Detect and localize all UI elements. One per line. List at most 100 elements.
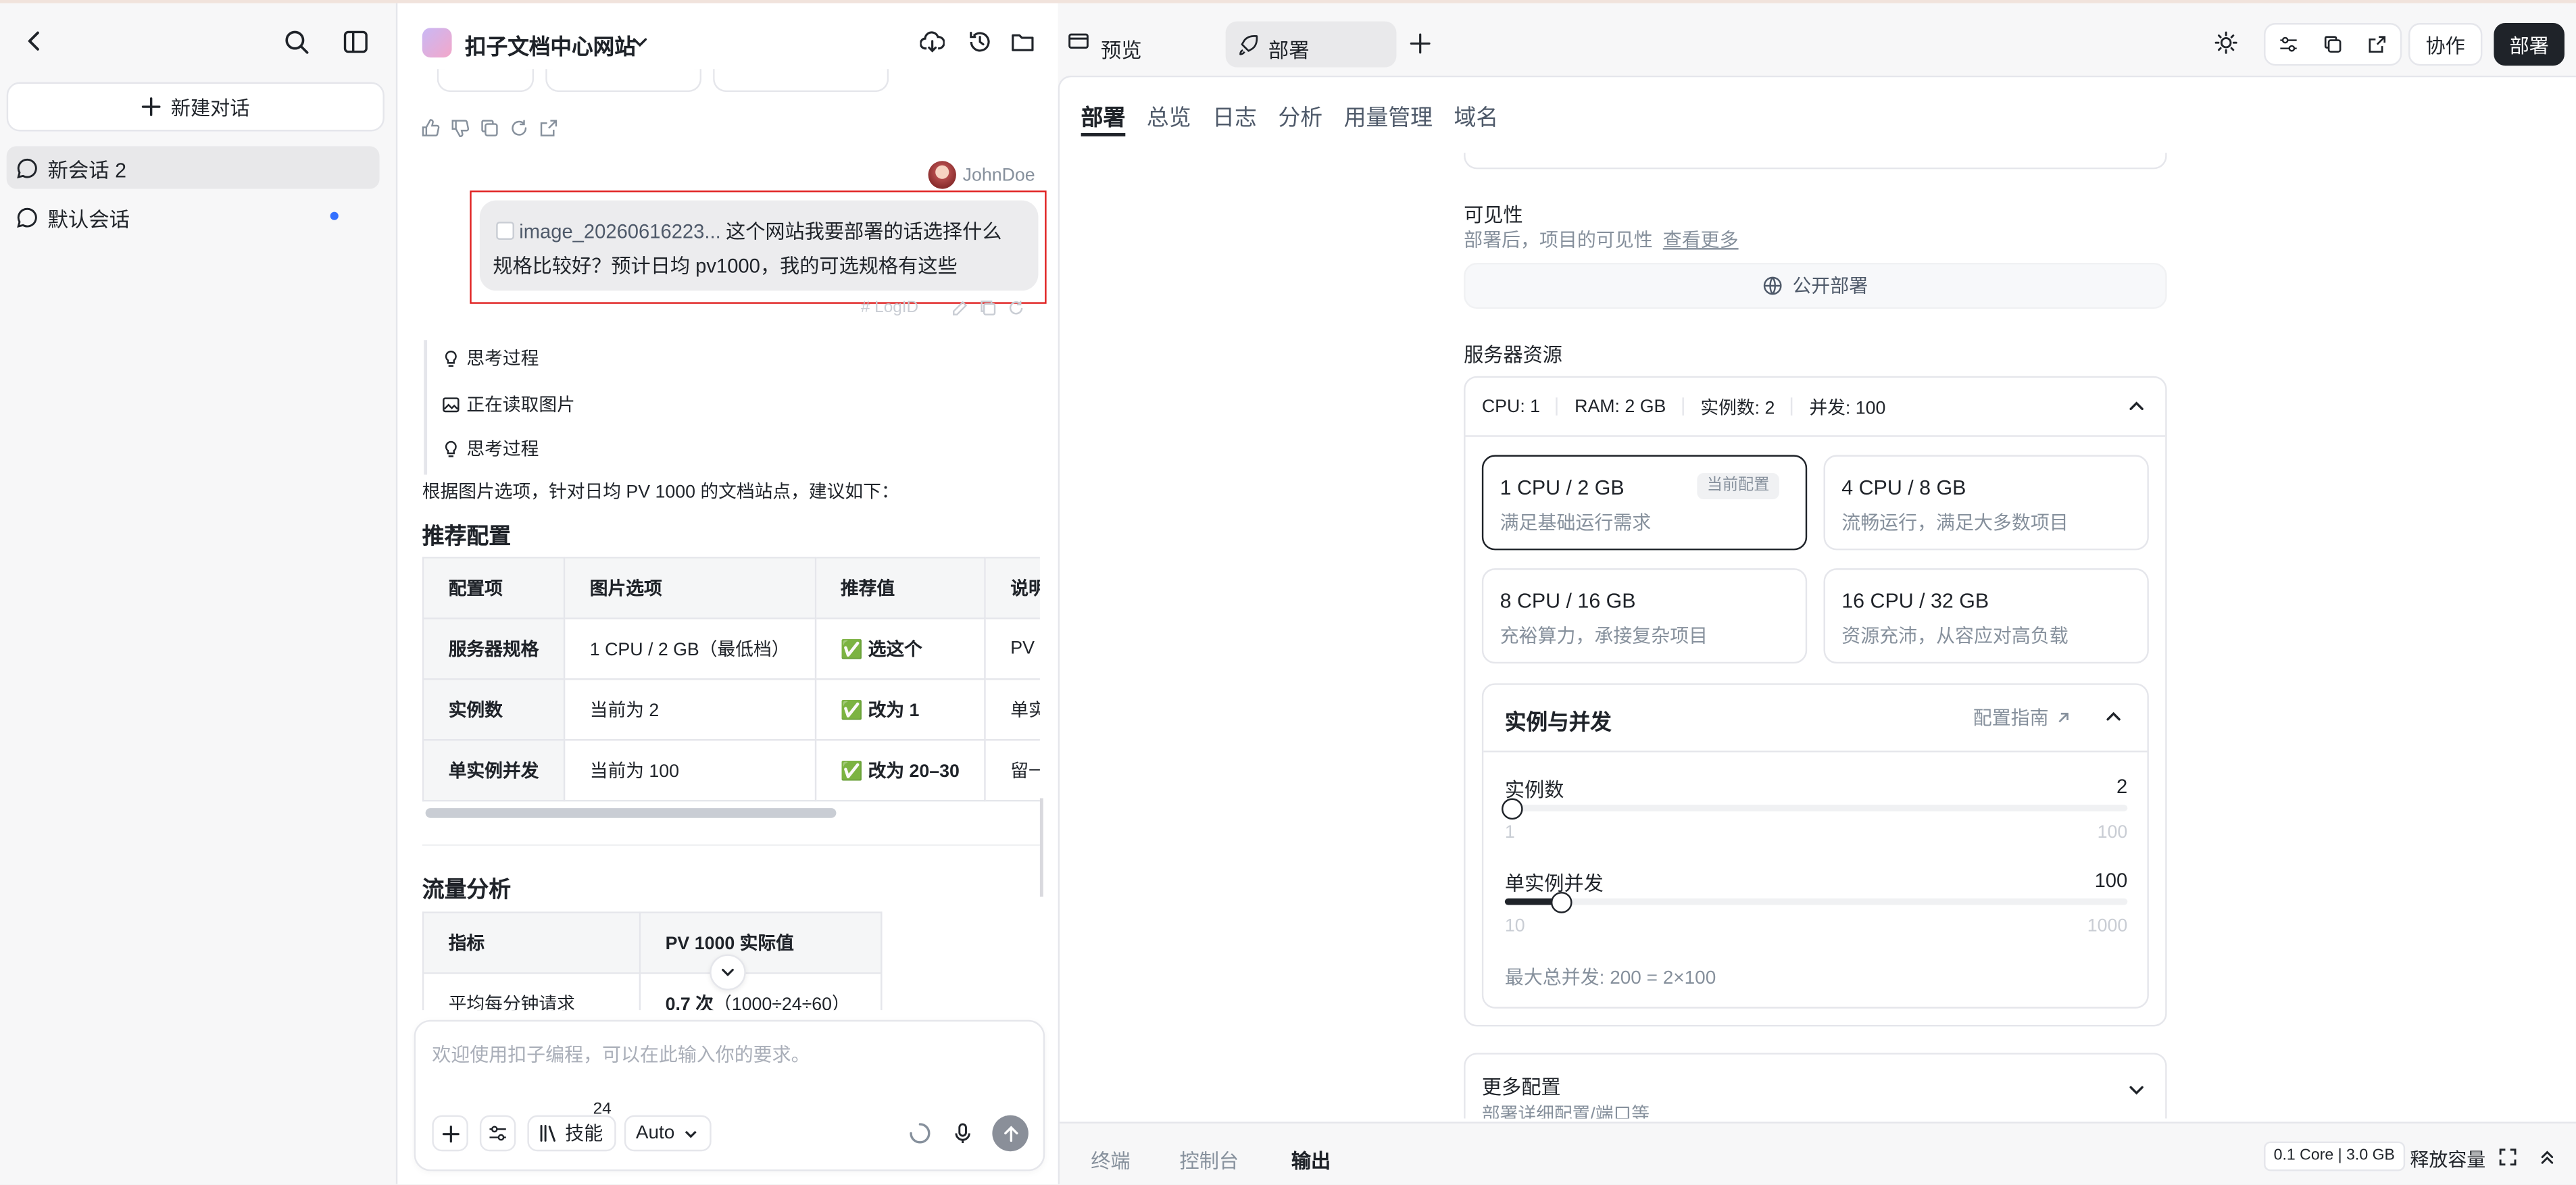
config-guide-link[interactable]: 配置指南 [1973,705,2072,731]
deploy-button[interactable]: 部署 [2494,23,2565,66]
public-deploy-label: 公开部署 [1792,277,1868,298]
collaborate-button[interactable]: 协作 [2408,23,2483,66]
chat-scrollbar[interactable] [1039,798,1043,897]
conversation-label: 默认会话 [47,207,130,231]
step-thinking-2[interactable]: 思考过程 [442,435,539,461]
tab-usage[interactable]: 用量管理 [1344,99,1433,132]
suggestion-chip[interactable] [545,69,702,93]
sidebar-item-conversation-1[interactable]: 新会话 2 [6,146,380,189]
external-link-icon[interactable] [2355,34,2400,54]
copy-icon[interactable] [480,118,499,138]
image-file-icon [496,222,514,240]
sidebar-toggle-icon[interactable] [340,26,370,56]
chat-input[interactable]: 欢迎使用扣子编程，可以在此输入你的要求。 [432,1041,810,1067]
instance-max: 100 [2097,822,2128,843]
tab-console[interactable]: 控制台 [1180,1146,1239,1174]
step-reading-image[interactable]: 正在读取图片 [442,391,575,418]
divider [1483,751,2148,753]
spec-card-1cpu[interactable]: 1 CPU / 2 GB 满足基础运行需求 当前配置 [1481,455,1808,551]
project-title[interactable]: 扣子文档中心网站 [465,30,636,61]
chevron-up-icon[interactable] [2127,397,2146,415]
spec-card-8cpu[interactable]: 8 CPU / 16 GB 充裕算力，承接复杂项目 [1481,568,1808,664]
collapse-up-icon[interactable] [2538,1148,2556,1166]
history-icon[interactable] [968,30,992,54]
server-resources-title: 服务器资源 [1464,343,1563,367]
new-chat-button[interactable]: 新建对话 [6,82,385,132]
recommend-table: 配置项 图片选项 推荐值 说明 服务器规格 1 CPU / 2 GB（最低档） … [422,557,1040,802]
table-cell: 留一 [984,738,1040,802]
tab-logs[interactable]: 日志 [1212,99,1257,132]
tab-deploy[interactable]: 部署 [1225,21,1397,68]
public-deploy-button[interactable]: 公开部署 [1464,262,2167,309]
instance-slider-track[interactable] [1504,805,2128,811]
table-row: 单实例并发 当前为 100 ✅ 改为 20–30 留一 [422,738,1040,802]
attach-button[interactable] [432,1115,468,1152]
deploy-panel: 部署 总览 日志 分析 用量管理 域名 可见性 部署后，项目的可见性 查看更多 … [1058,75,2576,1184]
thumbs-up-icon[interactable] [420,118,440,138]
chevron-up-icon[interactable] [2104,708,2123,726]
suggestion-chip[interactable] [437,69,535,93]
sidebar: 新建对话 新会话 2 默认会话 [0,3,398,1184]
table-header: 说明 [984,557,1040,620]
sidebar-item-conversation-2[interactable]: 默认会话 [7,195,380,238]
instances-section: 实例与并发 配置指南 实例数 2 1 100 单实例并发 100 10 1000… [1481,683,2149,1009]
fullscreen-icon[interactable] [2499,1148,2517,1166]
table-header: 推荐值 [814,557,986,620]
refresh-icon[interactable] [1007,299,1025,317]
user-message-line1: 这个网站我要部署的话选择什么 [726,220,1002,243]
add-tab-icon[interactable] [1410,33,1431,55]
sliders-icon[interactable] [2265,34,2310,54]
table-header: PV 1000 实际值 [639,911,883,974]
search-icon[interactable] [281,26,311,56]
duplicate-icon[interactable] [2310,34,2355,54]
tab-domain[interactable]: 域名 [1454,99,1499,132]
table-horizontal-scrollbar[interactable] [425,808,837,818]
more-config-card[interactable]: 更多配置 部署详细配置/端口等 [1464,1053,2167,1119]
step-thinking-1[interactable]: 思考过程 [442,345,539,372]
copy-icon[interactable] [979,299,997,317]
attachment-filename[interactable]: image_20260616223... [519,220,720,243]
spec-title: 4 CPU / 8 GB [1841,476,1966,500]
chevron-down-icon[interactable] [631,33,649,51]
tab-deploy-sub[interactable]: 部署 [1081,99,1126,132]
folder-icon[interactable] [1010,30,1035,54]
conversation-label: 新会话 2 [47,158,127,182]
tab-terminal[interactable]: 终端 [1091,1146,1130,1174]
section-title-traffic: 流量分析 [422,877,512,902]
model-select[interactable]: Auto [624,1115,712,1152]
spec-card-4cpu[interactable]: 4 CPU / 8 GB 流畅运行，满足大多数项目 [1823,455,2149,551]
skills-button[interactable]: 技能 [527,1115,616,1152]
tab-overview[interactable]: 总览 [1147,99,1191,132]
tab-analytics[interactable]: 分析 [1278,99,1322,132]
logid-label[interactable]: # LogID [861,299,918,317]
chat-input-box: 欢迎使用扣子编程，可以在此输入你的要求。 技能 24 Auto [414,1019,1045,1171]
summary-cpu: CPU: 1 [1481,397,1541,417]
send-button[interactable] [992,1115,1029,1152]
visibility-more-link[interactable]: 查看更多 [1663,232,1739,251]
edit-icon[interactable] [951,299,970,317]
user-name: JohnDoe [962,166,1035,186]
suggestion-chip[interactable] [713,69,889,93]
concurrency-slider-handle[interactable] [1550,892,1572,913]
sun-icon[interactable] [2214,31,2237,54]
tab-output[interactable]: 输出 [1291,1146,1331,1174]
concurrency-min: 10 [1504,916,1525,936]
concurrency-slider-track[interactable] [1504,898,2128,905]
top-header: 预览 部署 协作 部署 [1058,3,2576,76]
model-select-value: Auto [635,1123,675,1144]
plus-icon [141,97,161,116]
settings-sliders-button[interactable] [479,1115,516,1152]
release-capacity-button[interactable]: 释放容量 [2410,1146,2485,1173]
back-icon[interactable] [20,26,49,56]
spec-card-16cpu[interactable]: 16 CPU / 32 GB 资源充沛，从容应对高负载 [1823,568,2149,664]
refresh-icon[interactable] [510,118,529,138]
tab-preview[interactable]: 预览 [1101,33,1142,64]
scroll-down-button[interactable] [710,954,746,990]
microphone-icon[interactable] [951,1121,974,1144]
thumbs-down-icon[interactable] [450,118,470,138]
table-cell: 1 CPU / 2 GB（最低档） [563,617,816,680]
download-cloud-icon[interactable] [920,30,945,54]
instance-slider-handle[interactable] [1502,798,1523,820]
share-icon[interactable] [539,118,558,138]
resource-summary-bar[interactable]: CPU: 1 RAM: 2 GB 实例数: 2 并发: 100 [1465,378,2166,437]
